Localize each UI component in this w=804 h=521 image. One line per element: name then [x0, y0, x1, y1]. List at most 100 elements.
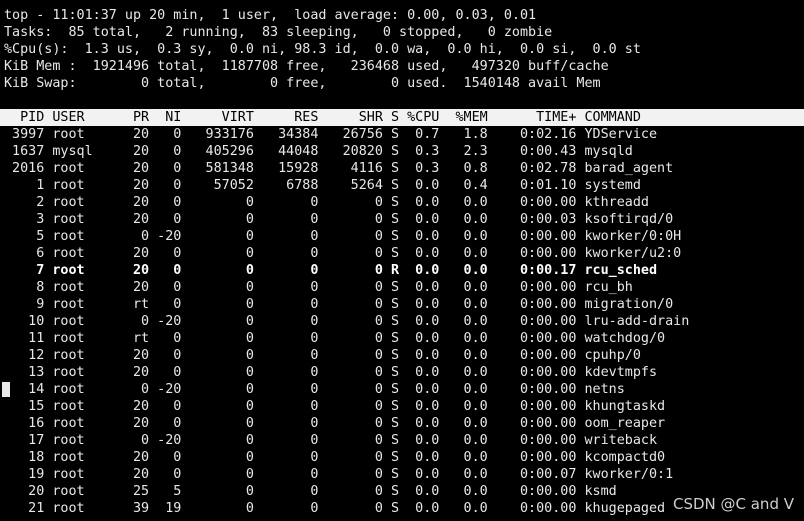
- cell-virt: 0: [181, 246, 254, 261]
- table-row: 2 root 20 0 0 0 0 S 0.0 0.0 0:00.00 kthr…: [4, 194, 804, 211]
- cell-pid: 3: [4, 212, 53, 227]
- table-row: 3997 root 20 0 933176 34384 26756 S 0.7 …: [4, 126, 804, 143]
- column-header-pid[interactable]: PID: [4, 110, 52, 125]
- terminal-cursor: [2, 382, 10, 397]
- cell-user: root: [52, 467, 117, 482]
- cell-pid: 21: [4, 501, 53, 516]
- cell-res: 0: [253, 297, 319, 312]
- cell-mem: 0.0: [439, 365, 488, 380]
- cell-s: S: [382, 501, 408, 516]
- cell-shr: 0: [318, 280, 383, 295]
- cell-ni: 0: [149, 331, 182, 346]
- cell-mem: 0.0: [439, 246, 488, 261]
- table-row: 17 root 0 -20 0 0 0 S 0.0 0.0 0:00.00 wr…: [4, 432, 804, 449]
- cell-ni: 0: [149, 467, 182, 482]
- cell-mem: 0.0: [439, 280, 488, 295]
- cell-virt: 0: [181, 314, 254, 329]
- cell-cpu: 0.0: [407, 416, 440, 431]
- column-header-command[interactable]: COMMAND: [585, 110, 641, 125]
- cell-cpu: 0.0: [407, 297, 440, 312]
- cell-s: S: [382, 382, 408, 397]
- cell-virt: 0: [181, 263, 254, 278]
- cell-shr: 0: [318, 365, 383, 380]
- table-row: 13 root 20 0 0 0 0 S 0.0 0.0 0:00.00 kde…: [4, 364, 804, 381]
- cell-res: 0: [253, 416, 319, 431]
- cell-time: 0:00.00: [487, 280, 585, 295]
- cell-shr: 0: [318, 314, 383, 329]
- cell-res: 15928: [253, 161, 319, 176]
- cell-ni: 0: [149, 365, 182, 380]
- cell-user: root: [52, 229, 117, 244]
- cell-pid: 2: [4, 195, 53, 210]
- cell-pr: 20: [116, 416, 150, 431]
- column-header-cpu[interactable]: %CPU: [407, 110, 439, 125]
- cell-ni: 0: [149, 144, 182, 159]
- cell-mem: 0.0: [439, 195, 488, 210]
- table-row: 14 root 0 -20 0 0 0 S 0.0 0.0 0:00.00 ne…: [4, 381, 804, 398]
- cell-cpu: 0.0: [407, 450, 440, 465]
- cell-s: S: [382, 212, 408, 227]
- cell-cpu: 0.0: [407, 331, 440, 346]
- cell-s: S: [382, 433, 408, 448]
- cell-command: netns: [584, 382, 625, 397]
- cell-virt: 0: [181, 212, 254, 227]
- cell-s: S: [382, 127, 408, 142]
- cell-virt: 933176: [181, 127, 254, 142]
- terminal-window[interactable]: top - 11:01:37 up 20 min, 1 user, load a…: [0, 7, 804, 517]
- cell-virt: 0: [181, 348, 254, 363]
- cell-user: mysql: [52, 144, 117, 159]
- table-row: 3 root 20 0 0 0 0 S 0.0 0.0 0:00.03 ksof…: [4, 211, 804, 228]
- cell-time: 0:00.00: [487, 331, 585, 346]
- cell-user: root: [52, 127, 117, 142]
- cell-mem: 1.8: [439, 127, 488, 142]
- column-header-user[interactable]: USER: [52, 110, 117, 125]
- summary-cpu-line: %Cpu(s): 1.3 us, 0.3 sy, 0.0 ni, 98.3 id…: [4, 42, 641, 57]
- cell-s: S: [382, 229, 408, 244]
- cell-pid: 10: [4, 314, 53, 329]
- cell-s: S: [382, 467, 408, 482]
- cell-user: root: [52, 331, 117, 346]
- cell-time: 0:00.00: [487, 365, 585, 380]
- column-header-pr[interactable]: PR: [117, 110, 149, 125]
- cell-pr: rt: [116, 331, 150, 346]
- cell-shr: 0: [318, 399, 383, 414]
- cell-s: S: [382, 144, 408, 159]
- column-header-res[interactable]: RES: [254, 110, 318, 125]
- cell-time: 0:02.16: [487, 127, 585, 142]
- cell-ni: 0: [149, 161, 182, 176]
- cell-pid: 5: [4, 229, 53, 244]
- summary-mem-line: KiB Mem : 1921496 total, 1187708 free, 2…: [4, 59, 609, 74]
- cell-shr: 0: [318, 212, 383, 227]
- cell-pr: 0: [116, 314, 150, 329]
- table-row: 7 root 20 0 0 0 0 R 0.0 0.0 0:00.17 rcu_…: [4, 262, 804, 279]
- cell-user: root: [52, 178, 117, 193]
- cell-pid: 11: [4, 331, 53, 346]
- cell-user: root: [52, 416, 117, 431]
- column-header-time[interactable]: TIME+: [488, 110, 585, 125]
- cell-mem: 0.0: [439, 382, 488, 397]
- cell-s: S: [382, 399, 408, 414]
- cell-time: 0:00.00: [487, 348, 585, 363]
- cell-command: barad_agent: [584, 161, 674, 176]
- cell-command: watchdog/0: [584, 331, 666, 346]
- cell-ni: 0: [149, 246, 182, 261]
- cell-user: root: [52, 382, 117, 397]
- cell-ni: 0: [149, 297, 182, 312]
- cell-cpu: 0.0: [407, 348, 440, 363]
- cell-command: YDService: [584, 127, 658, 142]
- cell-pr: 20: [116, 399, 150, 414]
- cell-user: root: [52, 365, 117, 380]
- process-table: 3997 root 20 0 933176 34384 26756 S 0.7 …: [4, 126, 804, 517]
- cell-cpu: 0.0: [407, 467, 440, 482]
- cell-pr: 25: [116, 484, 150, 499]
- column-header-s[interactable]: S: [383, 110, 407, 125]
- column-header-ni[interactable]: NI: [149, 110, 181, 125]
- column-header-shr[interactable]: SHR: [318, 110, 383, 125]
- cell-ni: 0: [149, 348, 182, 363]
- column-header-mem[interactable]: %MEM: [439, 110, 487, 125]
- cell-shr: 0: [318, 263, 383, 278]
- cell-virt: 0: [181, 450, 254, 465]
- cell-pr: 20: [116, 467, 150, 482]
- table-row: 18 root 20 0 0 0 0 S 0.0 0.0 0:00.00 kco…: [4, 449, 804, 466]
- column-header-virt[interactable]: VIRT: [181, 110, 254, 125]
